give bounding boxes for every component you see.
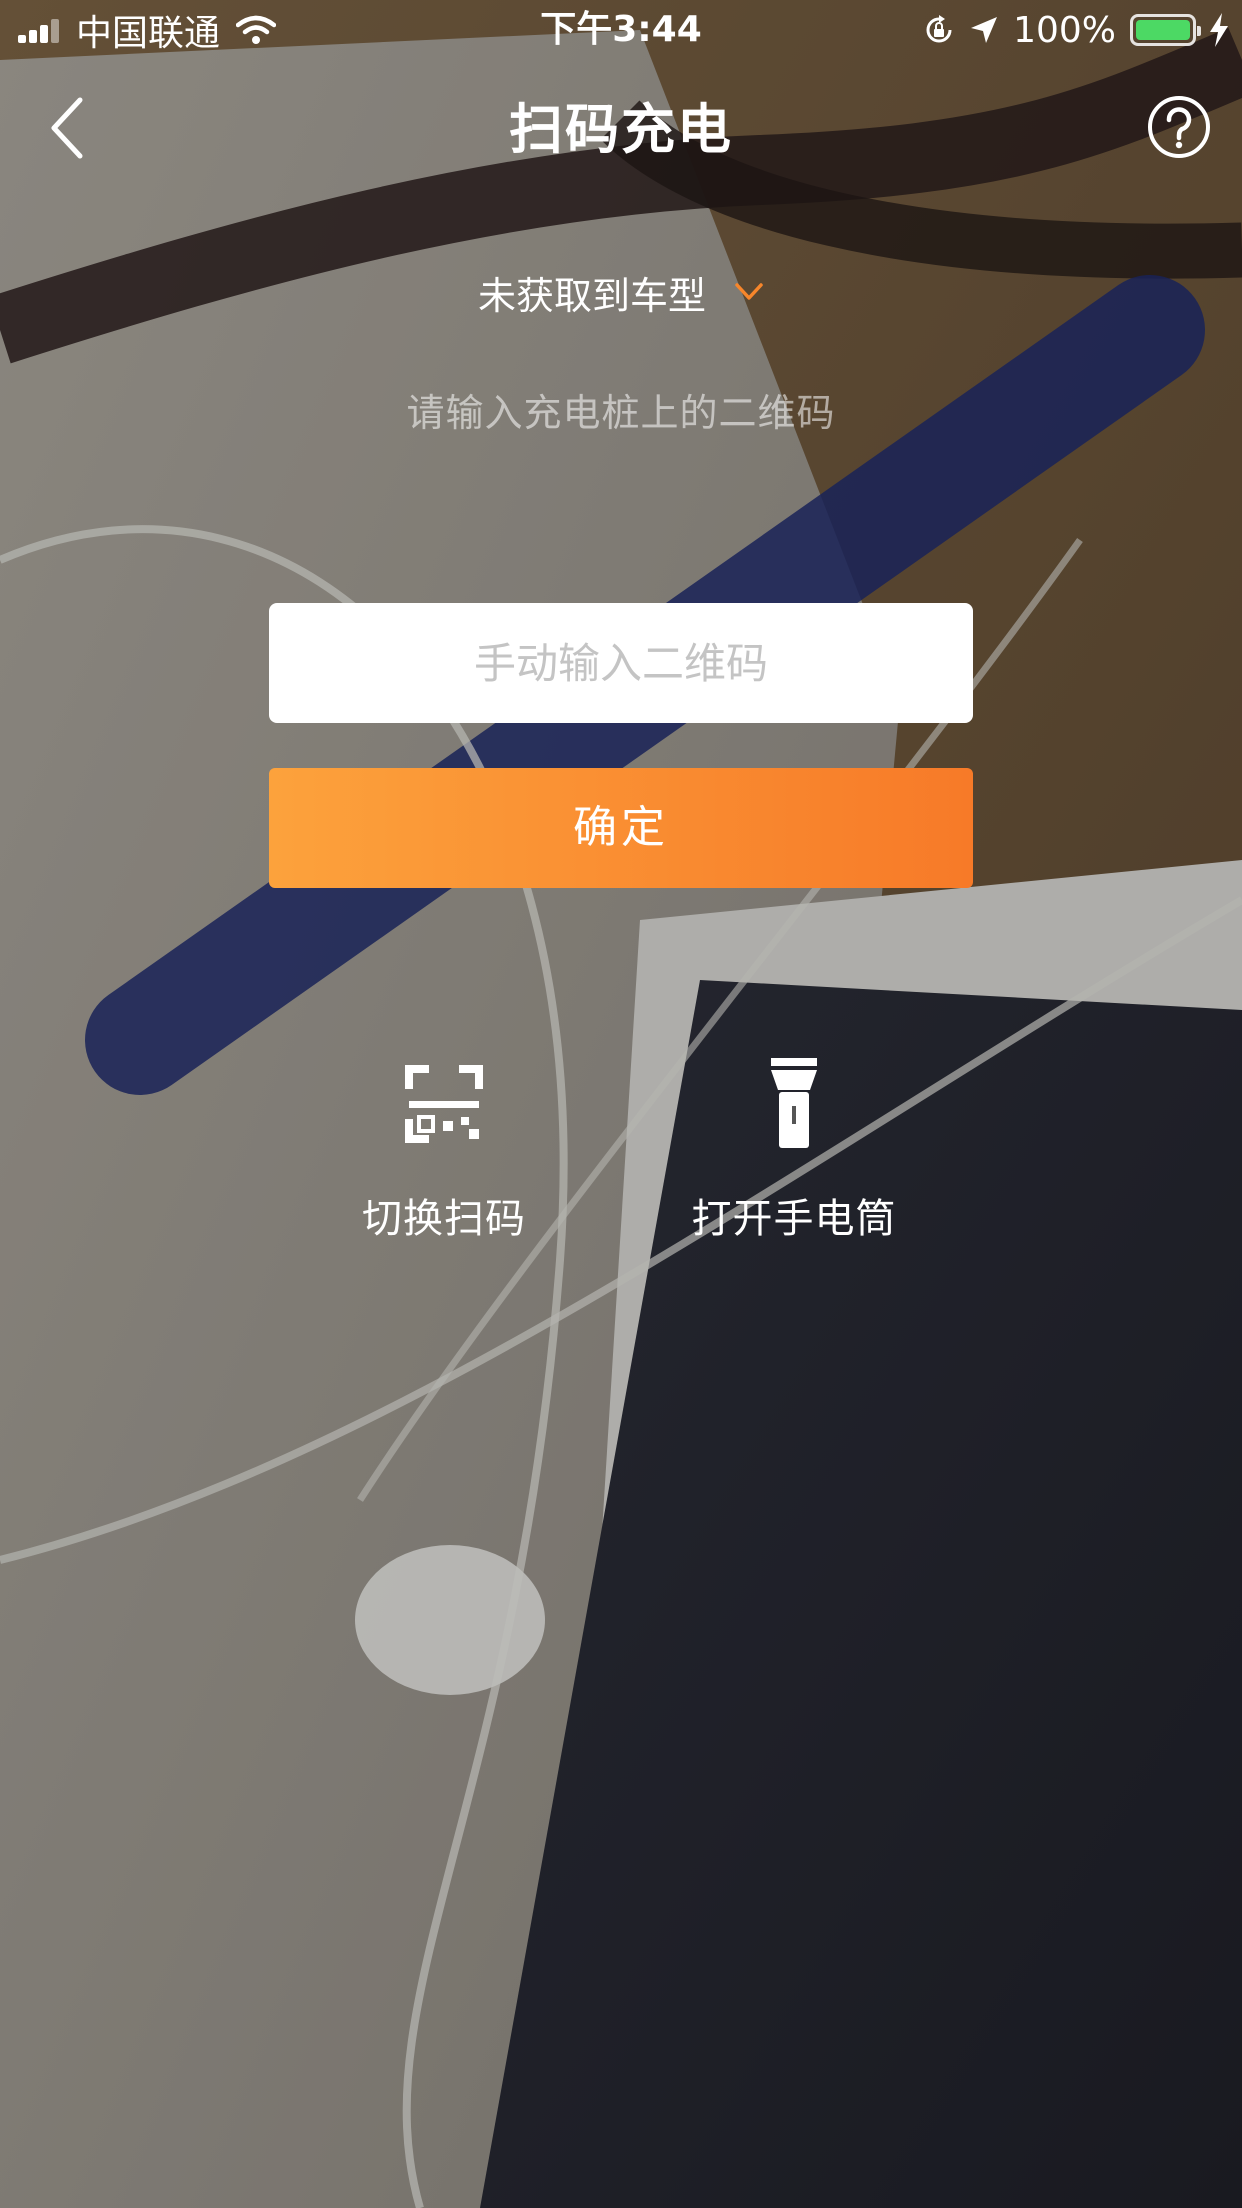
status-right: 100% — [909, 6, 1228, 54]
battery-cap — [1197, 26, 1201, 36]
flashlight-label: 打开手电筒 — [691, 1196, 897, 1242]
status-bar: 中国联通 下午3:44 100% — [0, 0, 1242, 60]
battery-icon — [1130, 14, 1201, 46]
scan-charge-screen: 中国联通 下午3:44 100% 扫码充电 未获取到车型 请输入充电桩上的二维码… — [0, 0, 1242, 2208]
scan-hint-text: 请输入充电桩上的二维码 — [406, 391, 836, 435]
vehicle-selector-label: 未获取到车型 — [477, 273, 706, 318]
flashlight-icon — [771, 1058, 817, 1148]
help-button[interactable] — [1146, 94, 1212, 160]
chevron-down-icon — [735, 283, 763, 300]
confirm-button[interactable]: 确定 — [269, 768, 973, 888]
switch-scan-button[interactable]: 切换扫码 — [294, 1058, 594, 1242]
flashlight-button[interactable]: 打开手电筒 — [644, 1058, 944, 1242]
battery-level-fill — [1136, 20, 1190, 40]
page-title: 扫码充电 — [509, 98, 733, 161]
rotation-lock-icon — [926, 15, 952, 43]
location-arrow-icon — [971, 17, 998, 43]
question-circle-icon — [1148, 96, 1210, 158]
vehicle-selector[interactable]: 未获取到车型 — [0, 262, 1242, 322]
manual-qr-code-input[interactable] — [269, 603, 973, 723]
charging-bolt-icon — [1210, 13, 1228, 47]
switch-scan-label: 切换扫码 — [362, 1196, 526, 1242]
camera-dim-overlay — [0, 0, 1242, 2208]
battery-percent: 100% — [1013, 9, 1116, 51]
qr-scan-icon — [405, 1065, 483, 1143]
